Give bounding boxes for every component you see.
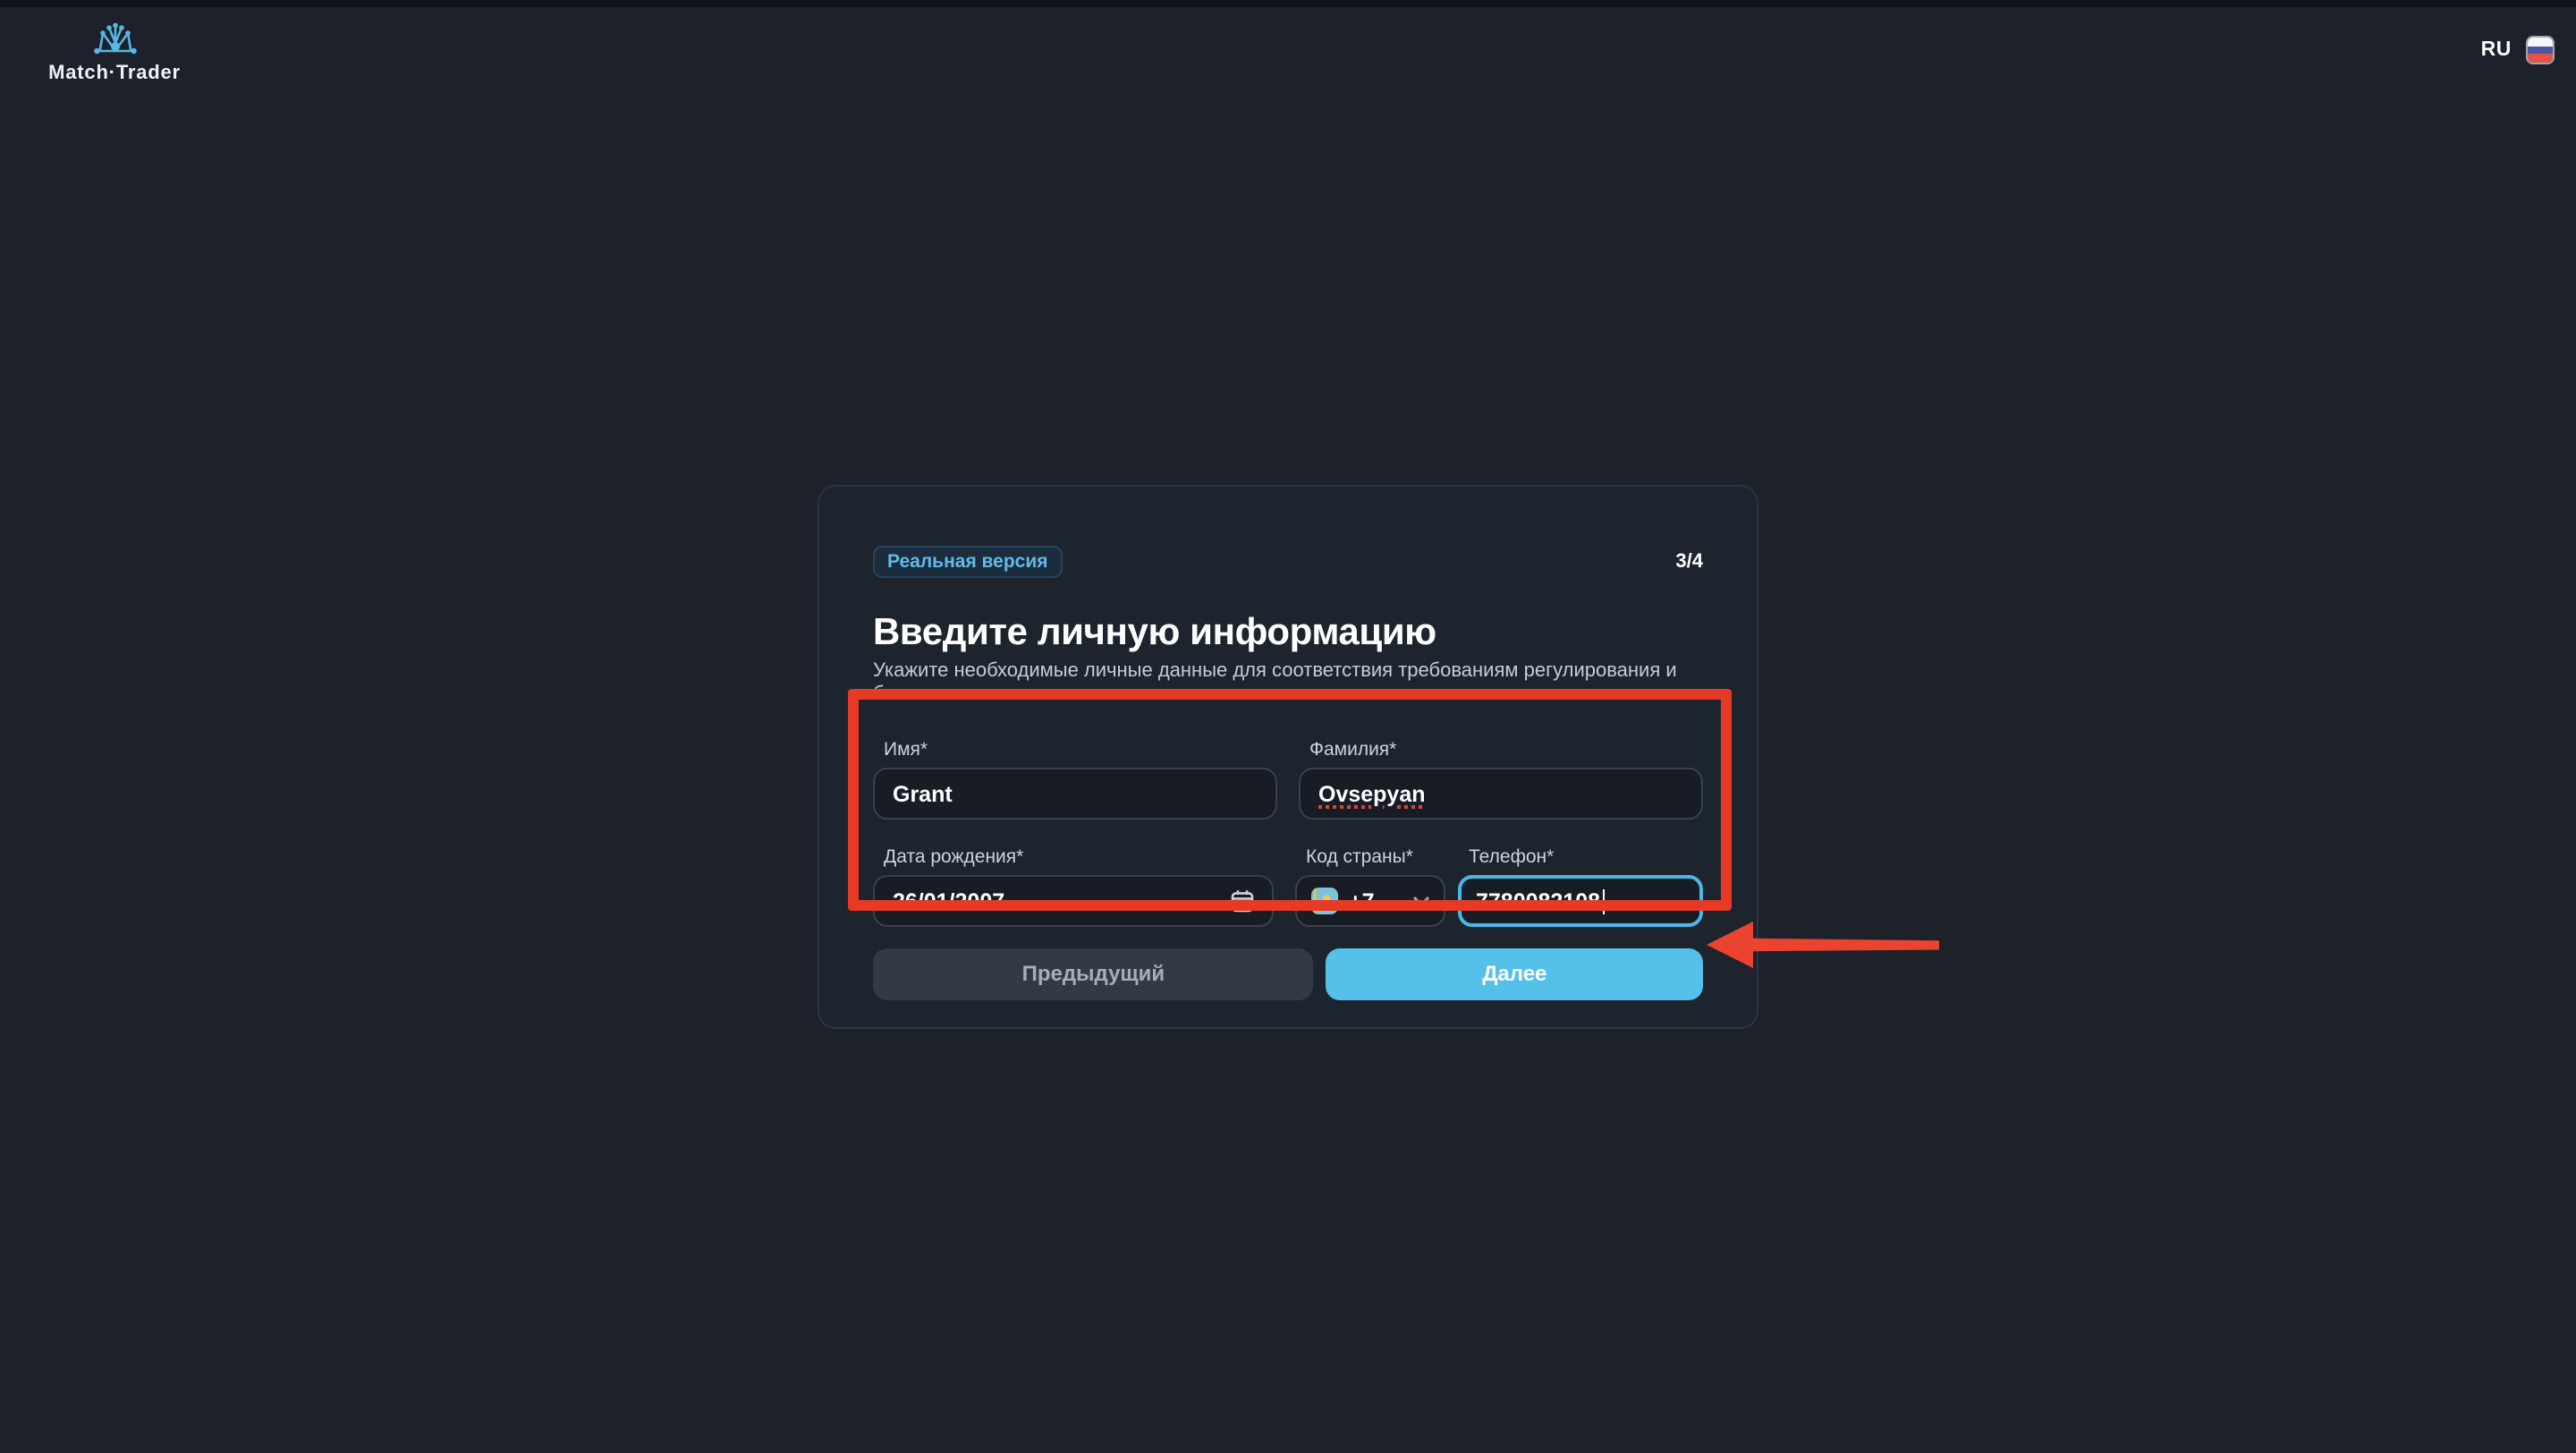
birth-date-label: Дата рождения* xyxy=(884,846,1024,868)
phone-input[interactable]: 7780082108 xyxy=(1458,875,1703,927)
country-code-field: Код страны* +7 xyxy=(1295,846,1445,927)
first-name-label: Имя* xyxy=(884,739,928,760)
first-name-input[interactable]: Grant xyxy=(873,768,1277,820)
last-name-field: Фамилия* Ovsepyan xyxy=(1299,739,1703,820)
previous-button[interactable]: Предыдущий xyxy=(873,948,1314,999)
next-button[interactable]: Далее xyxy=(1326,948,1703,999)
country-code-label: Код страны* xyxy=(1306,846,1413,868)
live-version-badge: Реальная версия xyxy=(873,546,1063,578)
birth-date-input[interactable]: 26/01/2007 xyxy=(873,875,1274,927)
phone-label: Телефон* xyxy=(1469,846,1555,868)
form-fields: Имя* Grant Фамилия* Ovsepyan Дата рожден… xyxy=(873,739,1703,927)
page: Match·Trader RU Реальная версия 3/4 Введ… xyxy=(0,0,2576,1453)
brand-logo: Match·Trader xyxy=(16,21,213,84)
country-code-value: +7 xyxy=(1349,888,1375,913)
first-name-field: Имя* Grant xyxy=(873,739,1277,820)
language-selector[interactable]: RU xyxy=(2481,36,2555,64)
russia-flag-icon xyxy=(2526,36,2555,64)
step-indicator: 3/4 xyxy=(1675,551,1703,573)
kazakhstan-flag-icon xyxy=(1311,888,1338,914)
chevron-down-icon xyxy=(1413,896,1429,905)
match-trader-crown-icon xyxy=(93,22,136,55)
top-strip xyxy=(0,0,2576,7)
country-code-select[interactable]: +7 xyxy=(1295,875,1445,927)
brand-name: Match·Trader xyxy=(48,63,181,84)
last-name-label: Фамилия* xyxy=(1309,739,1397,760)
language-code: RU xyxy=(2480,39,2512,61)
last-name-input[interactable]: Ovsepyan xyxy=(1299,768,1703,820)
phone-field: Телефон* 7780082108 xyxy=(1458,846,1703,927)
page-subtitle: Укажите необходимые личные данные для со… xyxy=(873,660,1677,705)
onboarding-card: Реальная версия 3/4 Введите личную инфор… xyxy=(818,485,1758,1029)
birth-date-field: Дата рождения* 26/01/2007 xyxy=(873,846,1274,927)
text-cursor xyxy=(1602,888,1606,913)
calendar-icon[interactable] xyxy=(1231,889,1254,913)
page-title: Введите личную информацию xyxy=(873,612,1436,653)
